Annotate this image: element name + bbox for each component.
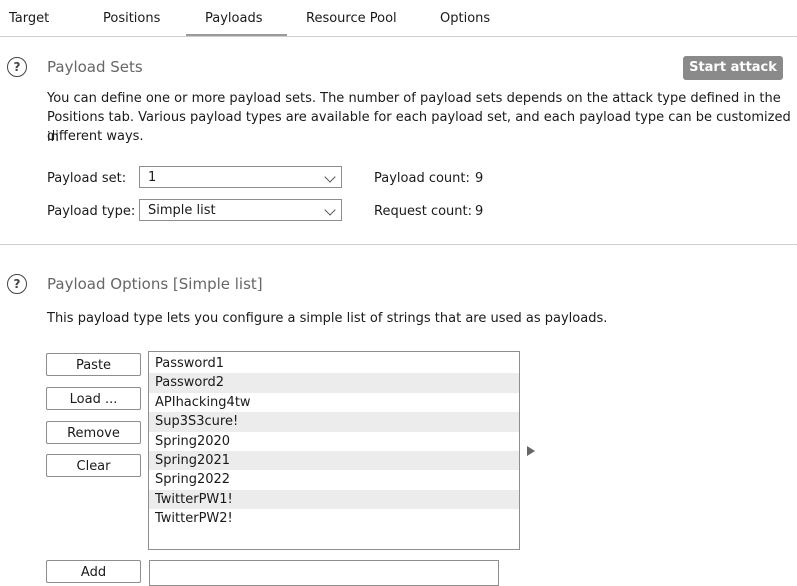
- tab-options[interactable]: Options: [440, 11, 490, 26]
- list-item[interactable]: Spring2020: [149, 432, 519, 451]
- payload-options-description: This payload type lets you configure a s…: [47, 311, 608, 326]
- request-count-value: 9: [475, 204, 484, 219]
- list-item[interactable]: Sup3S3cure!: [149, 412, 519, 432]
- list-item[interactable]: Spring2022: [149, 470, 519, 489]
- payload-sets-description-line-2: Positions tab. Various payload types are…: [47, 110, 791, 145]
- list-item[interactable]: Password2: [149, 373, 519, 393]
- chevron-down-icon: [324, 204, 336, 216]
- payload-list[interactable]: Password1 Password2 APIhacking4tw Sup3S3…: [148, 351, 520, 550]
- payload-type-value: Simple list: [148, 203, 216, 218]
- active-tab-indicator: [186, 34, 287, 36]
- payload-sets-description-line-1: You can define one or more payload sets.…: [47, 91, 781, 106]
- add-button[interactable]: Add: [46, 560, 141, 583]
- triangle-right-icon[interactable]: [527, 446, 535, 456]
- tab-bar: Target Positions Payloads Resource Pool …: [0, 0, 797, 37]
- payload-type-label: Payload type:: [47, 204, 136, 219]
- tab-resource-pool[interactable]: Resource Pool: [306, 11, 397, 26]
- help-circle-icon[interactable]: ?: [7, 57, 27, 77]
- section-divider: [0, 244, 797, 245]
- tab-payloads[interactable]: Payloads: [205, 11, 262, 26]
- payload-set-label: Payload set:: [47, 171, 127, 186]
- list-item[interactable]: Spring2021: [149, 450, 519, 471]
- start-attack-button[interactable]: Start attack: [683, 56, 783, 80]
- list-item[interactable]: Password1: [149, 354, 519, 373]
- list-item[interactable]: TwitterPW1!: [149, 489, 519, 510]
- payload-options-title: Payload Options [Simple list]: [47, 275, 263, 293]
- list-item[interactable]: APIhacking4tw: [149, 393, 519, 412]
- load-button[interactable]: Load ...: [46, 387, 141, 410]
- payload-count-label: Payload count:: [374, 171, 470, 186]
- tab-target[interactable]: Target: [9, 11, 49, 26]
- payload-type-select[interactable]: Simple list: [139, 199, 342, 221]
- payload-set-value: 1: [148, 170, 157, 185]
- chevron-down-icon: [324, 171, 336, 183]
- clear-button[interactable]: Clear: [46, 454, 141, 477]
- paste-button[interactable]: Paste: [46, 353, 141, 376]
- list-item[interactable]: TwitterPW2!: [149, 509, 519, 528]
- payload-sets-title: Payload Sets: [47, 58, 143, 76]
- tab-positions[interactable]: Positions: [103, 11, 160, 26]
- remove-button[interactable]: Remove: [46, 421, 141, 444]
- add-item-input[interactable]: [149, 560, 499, 586]
- payload-set-select[interactable]: 1: [139, 166, 342, 188]
- help-circle-icon[interactable]: ?: [7, 274, 27, 294]
- payload-count-value: 9: [475, 171, 484, 186]
- request-count-label: Request count:: [374, 204, 472, 219]
- payload-sets-description-line-3: different ways.: [47, 129, 144, 144]
